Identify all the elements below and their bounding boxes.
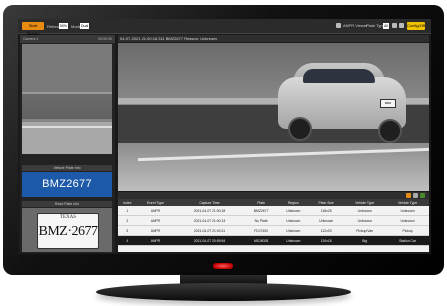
column-header[interactable]: Vehicle Type: [343, 199, 387, 206]
column-header[interactable]: Plate Size: [309, 199, 344, 206]
car-wheel-front: [288, 117, 312, 141]
table-cell: Unknown: [277, 225, 310, 236]
table-cell: 118x25: [309, 206, 344, 216]
table-cell: 2021-04-07 21:00:11: [174, 225, 245, 236]
table-cell: Unknown: [343, 215, 387, 226]
table-cell: 110x18: [309, 235, 344, 246]
monitor-frame: Start Stream Refresh 50% Mode Dual ANPR …: [3, 5, 444, 275]
main-view-title: 04-07-2021 21:00:18.311 BMZ2677 Reason: …: [118, 35, 429, 42]
car-window: [303, 69, 375, 83]
car-plate-text: BMZ: [384, 101, 392, 105]
column-header[interactable]: Plate: [244, 199, 278, 206]
table-cell: Unknown: [386, 206, 429, 216]
camera-header: Camera 1 00:00:00: [20, 35, 115, 43]
table-cell: ANPR: [136, 225, 175, 236]
plate-number-display: BMZ2677: [22, 172, 112, 197]
settings-icon[interactable]: [336, 23, 341, 28]
export-icon[interactable]: [406, 193, 411, 198]
table-cell: Unknown: [343, 206, 387, 216]
plate-image-number: BMZ·2677: [38, 224, 99, 239]
column-header[interactable]: Event Type: [136, 199, 175, 206]
plate-info-header: Vehicle Plate Info: [22, 165, 112, 171]
table-cell: 2021-04-07 21:00:18: [174, 206, 245, 216]
mode-select[interactable]: Dual: [80, 23, 90, 29]
table-cell: 112x20: [309, 225, 344, 236]
plate-image: TEXAS BMZ·2677: [22, 208, 112, 252]
thumb-road-line: [22, 126, 112, 128]
car-plate: BMZ: [380, 99, 396, 108]
column-header[interactable]: Capture Time: [174, 199, 245, 206]
license-plate: TEXAS BMZ·2677: [37, 213, 99, 249]
event-table: Index Event Type Capture Time Plate Region Pl…: [118, 199, 429, 246]
brand-logo: [213, 263, 233, 269]
app-window: Start Stream Refresh 50% Mode Dual ANPR …: [18, 19, 431, 254]
table-cell: No Plate: [244, 215, 278, 226]
table-cell: 3: [118, 225, 137, 236]
table-cell: Unknown: [277, 206, 310, 216]
camera-thumbnail[interactable]: [22, 44, 112, 154]
table-cell: Station Car: [386, 235, 429, 246]
monitor-base: [96, 283, 351, 301]
viewer-label: ANPR Viewer: [343, 23, 368, 28]
table-row[interactable]: 2 ANPR 2021-04-07 21:00:13 No Plate Unknown U…: [118, 215, 429, 226]
table-cell: 2021-04-07 21:00:13: [174, 215, 245, 226]
table-cell: Unknown: [277, 235, 310, 246]
table-cell: ANPR: [136, 206, 175, 216]
thumb-shadow: [22, 94, 112, 119]
filter-icon[interactable]: [413, 193, 418, 198]
table-cell: 2: [118, 215, 137, 226]
table-cell: ANPR: [136, 215, 175, 226]
print-icon[interactable]: [399, 23, 404, 28]
table-cell: Big: [343, 235, 387, 246]
thumbnail-tools: [24, 157, 42, 170]
thumb-wall: [22, 44, 112, 92]
table-cell: Pickup: [386, 225, 429, 236]
folder-icon[interactable]: [392, 23, 397, 28]
event-table-panel: Index Event Type Capture Time Plate Region Pl…: [118, 192, 429, 252]
table-row[interactable]: 1 ANPR 2021-04-07 21:00:18 BMZ2677 Unknown 11…: [118, 206, 429, 216]
table-cell: Unknown: [277, 215, 310, 226]
top-toolbar: Start Stream Refresh 50% Mode Dual ANPR …: [18, 19, 431, 36]
left-panel: Camera 1 00:00:00 Vehicle Plate Info BMZ…: [20, 35, 115, 253]
table-cell: 2021-04-07 20:59:54: [174, 235, 245, 246]
table-cell: FDJ7400: [244, 225, 278, 236]
camera-status: 00:00:00: [98, 37, 112, 41]
refresh-icon[interactable]: [420, 193, 425, 198]
main-camera-view[interactable]: BMZ: [118, 43, 429, 191]
plate-image-header: Read Plate Info: [22, 201, 112, 207]
table-cell: Pickup/Van: [343, 225, 387, 236]
table-cell: 1: [118, 206, 137, 216]
plate-state: TEXAS: [59, 215, 77, 220]
table-row[interactable]: 3 ANPR 2021-04-07 21:00:11 FDJ7400 Unknown 11…: [118, 225, 429, 236]
table-toolbar: [118, 192, 429, 199]
car-wheel-rear: [378, 119, 402, 143]
table-cell: 4: [118, 235, 137, 246]
table-cell: BMZ2677: [244, 206, 278, 216]
start-stream-button[interactable]: Start Stream: [22, 22, 44, 36]
config-button[interactable]: Config/Off: [407, 22, 425, 30]
plate-type-select[interactable]: All: [383, 23, 389, 29]
column-header[interactable]: Vehicle Type: [386, 199, 429, 206]
column-header[interactable]: Index: [118, 199, 137, 206]
table-cell: Unknown: [309, 215, 344, 226]
plate-type-label: Plate Type: [366, 23, 385, 28]
table-cell: Unknown: [386, 215, 429, 226]
table-row[interactable]: 4 ANPR 2021-04-07 20:59:54 MSJ6028 Unknown 11…: [118, 235, 429, 246]
refresh-select[interactable]: 50%: [59, 23, 69, 29]
table-cell: MSJ6028: [244, 235, 278, 246]
table-cell: ANPR: [136, 235, 175, 246]
column-header[interactable]: Region: [277, 199, 310, 206]
